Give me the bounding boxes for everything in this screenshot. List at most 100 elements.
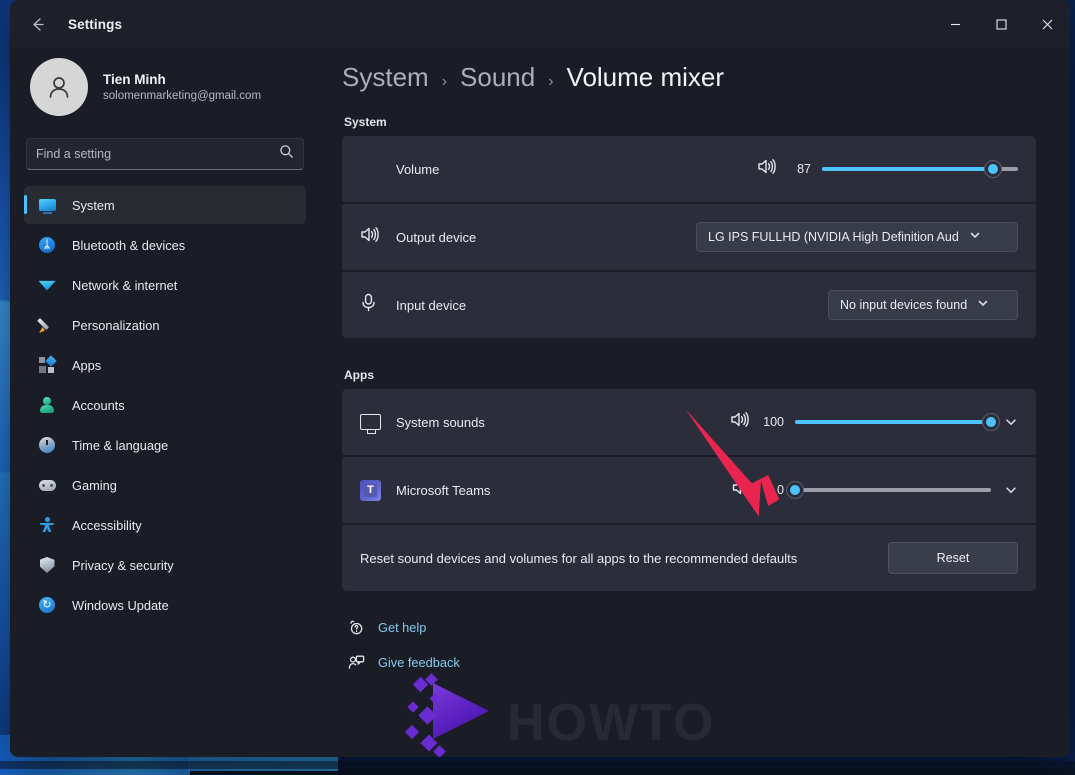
output-device-row: Output device LG IPS FULLHD (NVIDIA High… <box>343 205 1035 269</box>
sidebar-item-privacy-security[interactable]: Privacy & security <box>24 546 306 584</box>
sidebar-item-accounts[interactable]: Accounts <box>24 386 306 424</box>
sidebar-item-accessibility[interactable]: Accessibility <box>24 506 306 544</box>
volume-slider[interactable] <box>822 159 1018 179</box>
reset-row: Reset sound devices and volumes for all … <box>343 526 1035 590</box>
close-button[interactable] <box>1024 0 1070 48</box>
account-name: Tien Minh <box>103 72 166 87</box>
reset-description: Reset sound devices and volumes for all … <box>360 550 798 566</box>
sidebar-item-personalization[interactable]: Personalization <box>24 306 306 344</box>
search-box[interactable] <box>26 138 304 170</box>
clock-icon <box>34 437 60 453</box>
speaker-volume-icon <box>730 411 749 433</box>
paintbrush-icon <box>34 317 60 333</box>
app-title: Settings <box>68 16 123 32</box>
sidebar-item-network-internet[interactable]: Network & internet <box>24 266 306 304</box>
search-input[interactable] <box>36 147 279 161</box>
breadcrumb-sound[interactable]: Sound <box>460 62 535 93</box>
wifi-icon <box>34 280 60 291</box>
help-question-icon <box>348 619 378 636</box>
speaker-mute-icon <box>730 479 749 501</box>
back-button[interactable] <box>20 7 54 41</box>
feedback-person-icon <box>348 654 378 671</box>
monitor-icon <box>34 199 60 214</box>
account-email: solomenmarketing@gmail.com <box>103 90 262 102</box>
output-device-card: Output device LG IPS FULLHD (NVIDIA High… <box>342 204 1036 270</box>
input-device-card: Input device No input devices found <box>342 272 1036 338</box>
sidebar-item-system[interactable]: System <box>24 186 306 224</box>
sidebar-item-label: Personalization <box>72 317 160 333</box>
sidebar-item-label: Windows Update <box>72 597 169 613</box>
app-row[interactable]: System sounds 100 <box>343 390 1035 454</box>
app-slider-track <box>795 488 991 492</box>
reset-card: Reset sound devices and volumes for all … <box>342 525 1036 591</box>
volume-value: 87 <box>797 162 811 176</box>
volume-card: Volume 87 <box>342 136 1036 202</box>
sidebar-nav-list: System ᛦ Bluetooth & devices Network & inte… <box>24 186 306 624</box>
get-help-label: Get help <box>378 620 427 635</box>
app-row[interactable]: T Microsoft Teams 0 <box>343 458 1035 522</box>
chevron-down-icon[interactable] <box>1004 415 1018 429</box>
get-help-link[interactable]: Get help <box>348 619 426 636</box>
sidebar-item-windows-update[interactable]: ↻ Windows Update <box>24 586 306 624</box>
sidebar-item-bluetooth-devices[interactable]: ᛦ Bluetooth & devices <box>24 226 306 264</box>
sidebar-item-apps[interactable]: Apps <box>24 346 306 384</box>
app-card-system-sounds: System sounds 100 <box>342 389 1036 455</box>
sidebar-item-label: Privacy & security <box>72 557 174 573</box>
title-bar: Settings <box>10 0 1070 48</box>
reset-button[interactable]: Reset <box>888 542 1018 574</box>
minimize-icon <box>950 23 960 25</box>
breadcrumb-separator-1: › <box>441 73 448 90</box>
breadcrumb-system[interactable]: System <box>342 62 429 93</box>
app-slider-thumb[interactable] <box>982 413 1000 431</box>
gamepad-icon <box>34 479 60 491</box>
search-icon <box>279 144 294 164</box>
shield-icon <box>34 557 60 573</box>
sidebar-item-label: System <box>72 197 115 213</box>
volume-slider-thumb[interactable] <box>983 160 1002 178</box>
sidebar-item-label: Time & language <box>72 437 169 453</box>
taskbar-strip <box>0 761 1075 769</box>
speaker-icon <box>360 226 379 248</box>
sidebar-item-label: Network & internet <box>72 277 178 293</box>
app-slider-thumb[interactable] <box>786 481 804 499</box>
app-volume-slider[interactable] <box>786 480 991 500</box>
output-device-icon-slot <box>360 226 396 248</box>
volume-label: Volume <box>396 161 440 177</box>
app-card-microsoft-teams: T Microsoft Teams 0 <box>342 457 1036 523</box>
minimize-button[interactable] <box>932 0 978 48</box>
app-name: Microsoft Teams <box>396 482 491 498</box>
volume-row: Volume 87 <box>343 137 1035 201</box>
output-device-value: LG IPS FULLHD (NVIDIA High Definition Au… <box>708 230 959 244</box>
input-device-dropdown[interactable]: No input devices found <box>828 290 1018 320</box>
chevron-down-icon <box>969 228 981 246</box>
output-device-dropdown[interactable]: LG IPS FULLHD (NVIDIA High Definition Au… <box>696 222 1018 252</box>
sidebar-item-time-language[interactable]: Time & language <box>24 426 306 464</box>
maximize-button[interactable] <box>978 0 1024 48</box>
input-device-label: Input device <box>396 297 467 313</box>
monitor-outline-icon <box>360 414 396 434</box>
page-title: Volume mixer <box>566 62 725 92</box>
chevron-down-icon <box>977 296 989 314</box>
footer-links: Get help Give feedback <box>342 619 1036 671</box>
sidebar-item-label: Gaming <box>72 477 117 493</box>
app-name: System sounds <box>396 414 485 430</box>
app-slider-group: 100 <box>730 411 1000 433</box>
microphone-icon <box>360 293 377 317</box>
account-card[interactable]: Tien Minh solomenmarketing@gmail.com <box>24 48 306 116</box>
app-slider-fill <box>795 420 991 424</box>
speaker-volume-icon <box>757 158 776 180</box>
give-feedback-link[interactable]: Give feedback <box>348 654 460 671</box>
sidebar-item-gaming[interactable]: Gaming <box>24 466 306 504</box>
sidebar-item-label: Apps <box>72 357 102 373</box>
settings-window: Settings Tien Minh solomenmarketing@gmai… <box>10 0 1070 757</box>
app-volume-slider[interactable] <box>795 412 1000 432</box>
bluetooth-icon: ᛦ <box>34 237 60 253</box>
chevron-down-icon[interactable] <box>1004 483 1018 497</box>
main-content: System › Sound › Volume mixer System Vol… <box>320 48 1070 757</box>
app-volume-value: 0 <box>777 483 784 497</box>
output-device-label: Output device <box>396 229 477 245</box>
breadcrumb-separator-2: › <box>548 73 554 90</box>
person-avatar-icon <box>49 77 69 98</box>
microsoft-teams-icon: T <box>360 479 396 501</box>
volume-slider-fill <box>822 167 993 171</box>
